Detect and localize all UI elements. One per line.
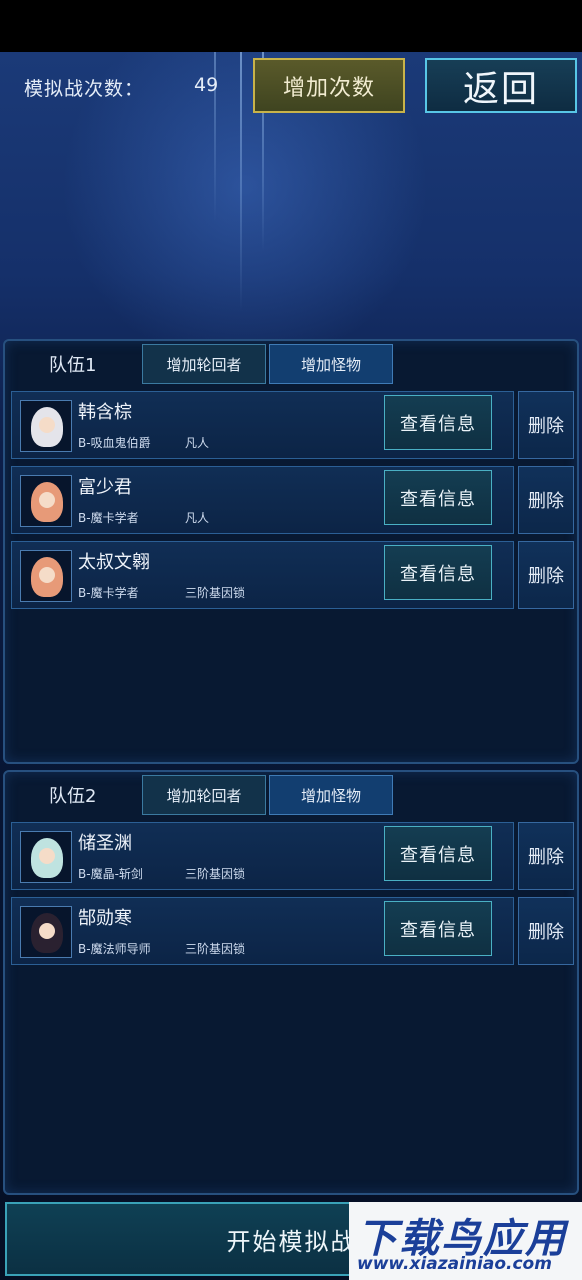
member-name: 韩含棕 [78,402,132,423]
team-title: 队伍1 [49,355,97,376]
character-avatar-icon [20,906,72,958]
member-row: 富少君 B-魔卡学者 凡人 查看信息 [11,466,514,534]
delete-button[interactable]: 删除 [518,822,574,890]
delete-button[interactable]: 删除 [518,466,574,534]
add-count-button[interactable]: 增加次数 [253,58,405,113]
member-rank: 三阶基因锁 [185,942,246,956]
watermark: 下载鸟应用 www.xiazainiao.com [349,1202,582,1280]
sim-count-value: 49 [194,74,219,96]
delete-button[interactable]: 删除 [518,897,574,965]
member-class: B-魔晶-斩剑 [78,867,143,881]
character-avatar-icon [20,400,72,452]
member-rank: 凡人 [185,511,210,525]
delete-button[interactable]: 删除 [518,541,574,609]
view-info-button[interactable]: 查看信息 [384,395,492,450]
status-bar [0,0,582,52]
view-info-button[interactable]: 查看信息 [384,826,492,881]
member-class: B-魔法师导师 [78,942,151,956]
member-row: 韩含棕 B-吸血鬼伯爵 凡人 查看信息 [11,391,514,459]
tab-add-monster[interactable]: 增加怪物 [269,344,393,384]
view-info-button[interactable]: 查看信息 [384,901,492,956]
member-rank: 三阶基因锁 [185,867,246,881]
tab-add-hero[interactable]: 增加轮回者 [142,775,266,815]
delete-button[interactable]: 删除 [518,391,574,459]
member-row: 郜勋寒 B-魔法师导师 三阶基因锁 查看信息 [11,897,514,965]
member-rank: 凡人 [185,436,210,450]
member-name: 储圣渊 [78,833,132,854]
member-name: 郜勋寒 [78,908,132,929]
team-panel-2: 队伍2 增加轮回者 增加怪物 储圣渊 B-魔晶-斩剑 三阶基因锁 查看信息 删除… [3,770,579,1195]
tab-add-hero[interactable]: 增加轮回者 [142,344,266,384]
member-class: B-魔卡学者 [78,586,139,600]
team-title: 队伍2 [49,786,97,807]
character-avatar-icon [20,550,72,602]
member-rank: 三阶基因锁 [185,586,246,600]
view-info-button[interactable]: 查看信息 [384,470,492,525]
back-button[interactable]: 返回 [425,58,577,113]
team-panel-1: 队伍1 增加轮回者 增加怪物 韩含棕 B-吸血鬼伯爵 凡人 查看信息 删除 富少… [3,339,579,764]
sim-count-label: 模拟战次数： [24,78,145,100]
member-class: B-魔卡学者 [78,511,139,525]
member-row: 太叔文翱 B-魔卡学者 三阶基因锁 查看信息 [11,541,514,609]
character-avatar-icon [20,831,72,883]
member-class: B-吸血鬼伯爵 [78,436,151,450]
light-beam [240,52,242,312]
view-info-button[interactable]: 查看信息 [384,545,492,600]
member-name: 太叔文翱 [78,552,150,573]
watermark-url: www.xiazainiao.com [357,1254,552,1274]
member-row: 储圣渊 B-魔晶-斩剑 三阶基因锁 查看信息 [11,822,514,890]
character-avatar-icon [20,475,72,527]
member-name: 富少君 [78,477,132,498]
tab-add-monster[interactable]: 增加怪物 [269,775,393,815]
